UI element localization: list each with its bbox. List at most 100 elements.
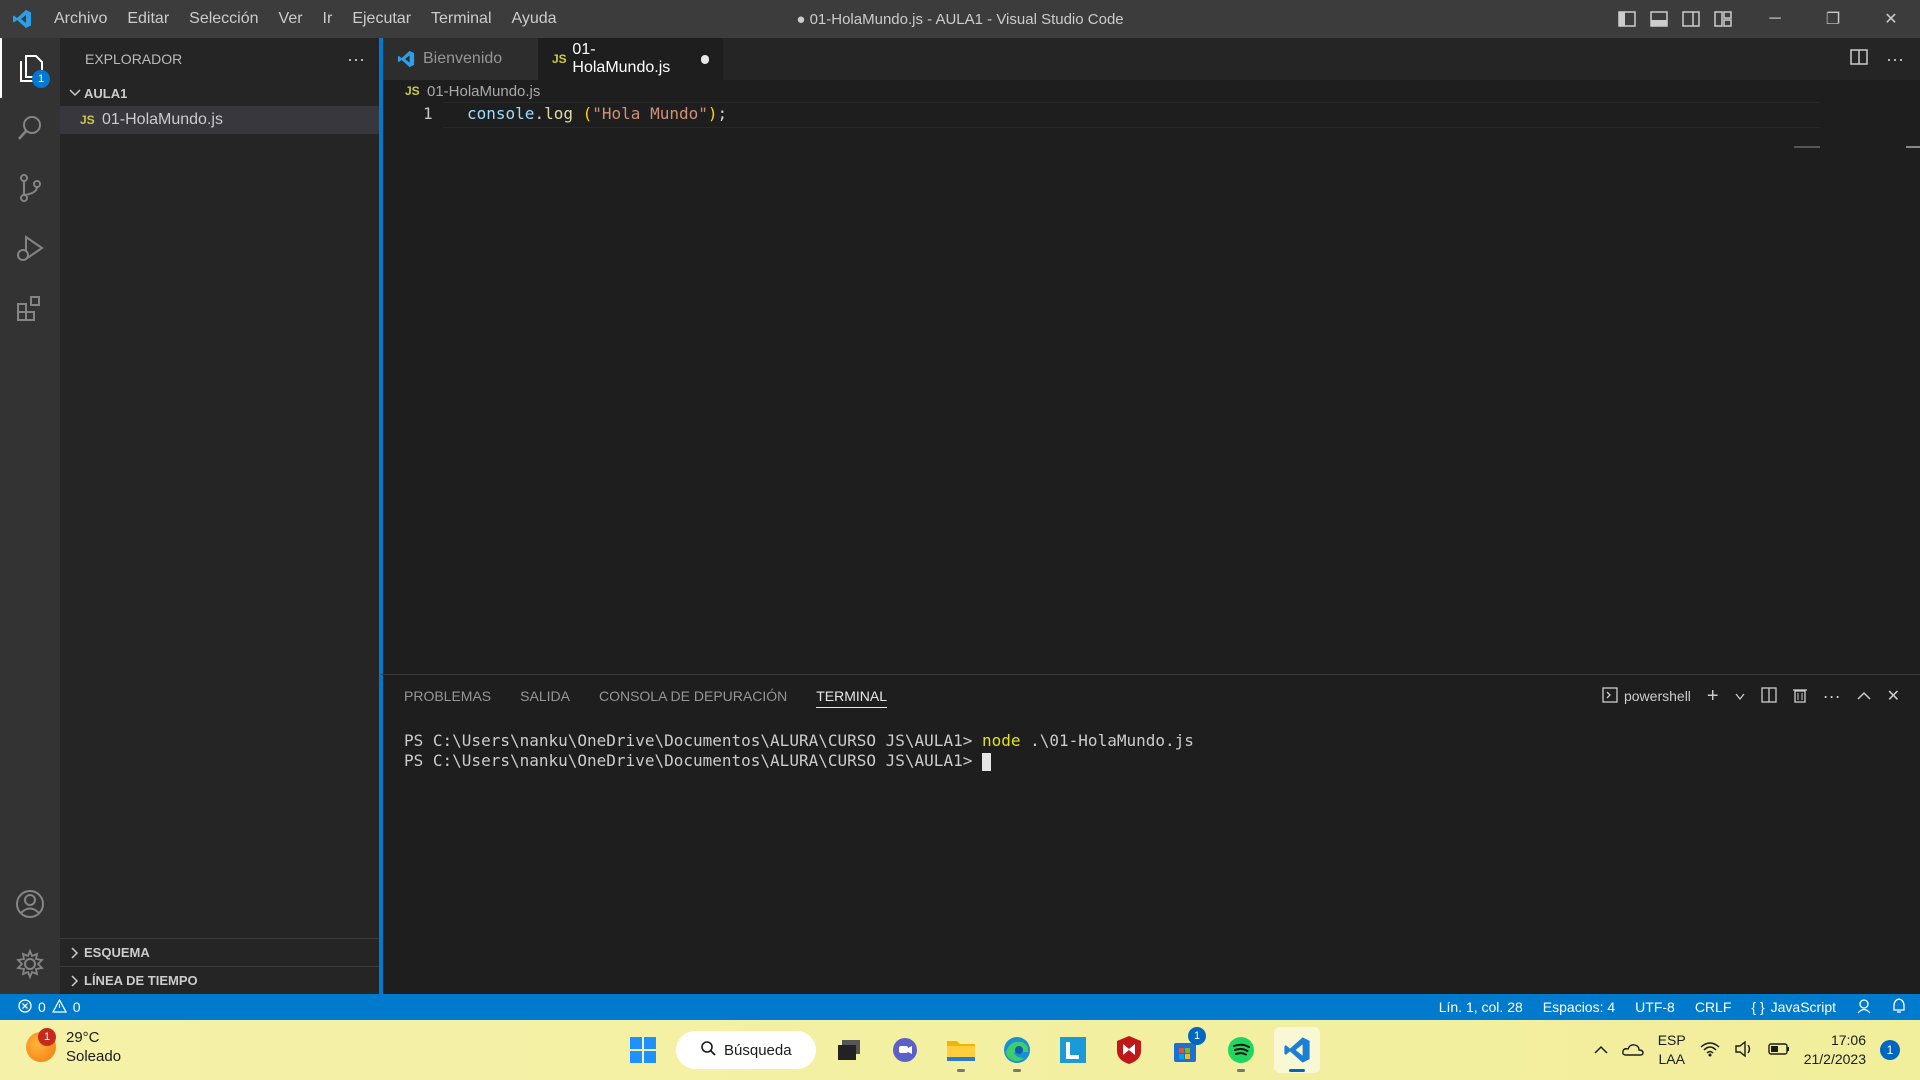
- token-dot: .: [534, 104, 545, 123]
- toggle-secondary-sidebar-icon[interactable]: [1680, 8, 1702, 30]
- more-actions-icon[interactable]: ···: [347, 49, 365, 70]
- chevron-down-icon[interactable]: [1735, 688, 1745, 704]
- menu-terminal[interactable]: Terminal: [421, 0, 501, 38]
- close-icon[interactable]: ✕: [1862, 0, 1920, 38]
- indentation[interactable]: Espacios: 4: [1543, 999, 1615, 1015]
- microsoft-store-icon[interactable]: 1: [1162, 1027, 1208, 1073]
- bottom-panel: PROBLEMAS SALIDA CONSOLA DE DEPURACIÓN T…: [379, 674, 1920, 994]
- explorer-badge: 1: [32, 70, 50, 88]
- token-paren-close: ): [707, 104, 718, 123]
- menu-seleccion[interactable]: Selección: [179, 0, 268, 38]
- explorer-icon[interactable]: 1: [0, 38, 60, 98]
- outline-title: ESQUEMA: [84, 945, 150, 960]
- notification-badge[interactable]: 1: [1880, 1040, 1900, 1060]
- menu-editar[interactable]: Editar: [117, 0, 179, 38]
- bell-icon[interactable]: [1892, 997, 1906, 1017]
- code-line[interactable]: console.log ("Hola Mundo");: [467, 104, 727, 123]
- more-actions-icon[interactable]: ···: [1886, 49, 1904, 70]
- minimap[interactable]: [1794, 146, 1820, 148]
- customize-layout-icon[interactable]: [1712, 8, 1734, 30]
- chevron-up-icon[interactable]: [1594, 1042, 1608, 1058]
- js-file-icon: JS: [552, 52, 567, 66]
- feedback-icon[interactable]: [1856, 998, 1872, 1017]
- tab-salida[interactable]: SALIDA: [520, 675, 570, 717]
- menu-archivo[interactable]: Archivo: [44, 0, 117, 38]
- wifi-icon[interactable]: [1700, 1041, 1720, 1060]
- extensions-icon[interactable]: [0, 278, 60, 338]
- encoding[interactable]: UTF-8: [1635, 999, 1675, 1015]
- start-button-icon[interactable]: [620, 1027, 666, 1073]
- mcafee-icon[interactable]: [1106, 1027, 1152, 1073]
- run-debug-icon[interactable]: [0, 218, 60, 278]
- trash-icon[interactable]: [1792, 687, 1807, 706]
- taskbar-search[interactable]: Búsqueda: [676, 1031, 816, 1069]
- timeline-section[interactable]: LÍNEA DE TIEMPO: [60, 966, 379, 994]
- running-indicator: [957, 1069, 965, 1072]
- menu-ir[interactable]: Ir: [313, 0, 343, 38]
- split-editor-icon[interactable]: [1850, 49, 1868, 69]
- file-explorer-icon[interactable]: [938, 1027, 984, 1073]
- title-bar: Archivo Editar Selección Ver Ir Ejecutar…: [0, 0, 1920, 38]
- clock[interactable]: 17:06 21/2/2023: [1804, 1031, 1866, 1069]
- token-object: console: [467, 104, 535, 123]
- problems-indicator[interactable]: 0 0: [0, 998, 81, 1016]
- close-panel-icon[interactable]: ✕: [1887, 686, 1900, 706]
- tab-holamundo[interactable]: JS 01-HolaMundo.js: [538, 38, 723, 80]
- file-item-holamundo[interactable]: JS 01-HolaMundo.js: [60, 106, 379, 134]
- menu-ver[interactable]: Ver: [269, 0, 313, 38]
- unsaved-dot-icon[interactable]: [700, 54, 709, 64]
- error-icon: [18, 998, 32, 1016]
- terminal-cursor: [981, 752, 991, 771]
- terminal-shell-selector[interactable]: powershell: [1602, 686, 1691, 706]
- restore-icon[interactable]: ❐: [1804, 0, 1862, 38]
- edge-browser-icon[interactable]: [994, 1027, 1040, 1073]
- maximize-panel-icon[interactable]: [1857, 688, 1871, 704]
- vscode-taskbar-icon[interactable]: [1274, 1027, 1320, 1073]
- weather-widget[interactable]: 1 29°C Soleado: [26, 1028, 121, 1066]
- menu-ejecutar[interactable]: Ejecutar: [342, 0, 421, 38]
- terminal-output[interactable]: PS C:\Users\nanku\OneDrive\Documentos\AL…: [383, 717, 1920, 785]
- l-app-icon[interactable]: [1050, 1027, 1096, 1073]
- breadcrumb-file[interactable]: 01-HolaMundo.js: [427, 83, 540, 100]
- tab-bienvenido[interactable]: Bienvenido: [383, 38, 538, 80]
- more-actions-icon[interactable]: ···: [1823, 686, 1841, 707]
- new-terminal-icon[interactable]: +: [1707, 685, 1719, 708]
- terminal-argument: .\01-HolaMundo.js: [1020, 731, 1194, 750]
- toggle-sidebar-icon[interactable]: [1616, 8, 1638, 30]
- spotify-icon[interactable]: [1218, 1027, 1264, 1073]
- onedrive-icon[interactable]: [1621, 1042, 1644, 1059]
- volume-icon[interactable]: [1734, 1040, 1754, 1060]
- file-name: 01-HolaMundo.js: [102, 111, 223, 128]
- panel-actions: powershell + ··· ✕: [1602, 675, 1900, 717]
- vscode-logo-icon: [397, 50, 415, 68]
- clock-time: 17:06: [1830, 1032, 1866, 1048]
- gear-icon[interactable]: [0, 934, 60, 994]
- account-icon[interactable]: [0, 874, 60, 934]
- search-icon[interactable]: [0, 98, 60, 158]
- running-indicator: [1013, 1069, 1021, 1072]
- js-file-icon: JS: [80, 113, 95, 127]
- teams-chat-icon[interactable]: [882, 1027, 928, 1073]
- line-ending[interactable]: CRLF: [1695, 999, 1732, 1015]
- folder-aula1[interactable]: AULA1: [60, 80, 379, 106]
- split-terminal-icon[interactable]: [1760, 686, 1777, 706]
- task-view-icon[interactable]: [826, 1027, 872, 1073]
- menu-ayuda[interactable]: Ayuda: [502, 0, 567, 38]
- minimize-icon[interactable]: ─: [1746, 0, 1804, 38]
- scrollbar[interactable]: [1906, 146, 1920, 148]
- language-mode[interactable]: { } JavaScript: [1751, 999, 1836, 1015]
- tab-terminal[interactable]: TERMINAL: [816, 684, 888, 708]
- battery-icon[interactable]: [1768, 1042, 1790, 1058]
- shell-name: powershell: [1623, 688, 1691, 704]
- outline-section[interactable]: ESQUEMA: [60, 938, 379, 966]
- cursor-position[interactable]: Lín. 1, col. 28: [1439, 999, 1523, 1015]
- source-control-icon[interactable]: [0, 158, 60, 218]
- terminal-prompt: PS C:\Users\nanku\OneDrive\Documentos\AL…: [404, 751, 982, 770]
- breadcrumb[interactable]: JS 01-HolaMundo.js: [383, 80, 1920, 102]
- tab-problemas[interactable]: PROBLEMAS: [404, 675, 491, 717]
- input-language[interactable]: ESP LAA: [1658, 1031, 1686, 1069]
- code-editor[interactable]: 1 console.log ("Hola Mundo");: [383, 102, 1920, 132]
- tab-consola-depuracion[interactable]: CONSOLA DE DEPURACIÓN: [599, 675, 787, 717]
- toggle-panel-icon[interactable]: [1648, 8, 1670, 30]
- status-bar: 0 0 Lín. 1, col. 28 Espacios: 4 UTF-8 CR…: [0, 994, 1920, 1020]
